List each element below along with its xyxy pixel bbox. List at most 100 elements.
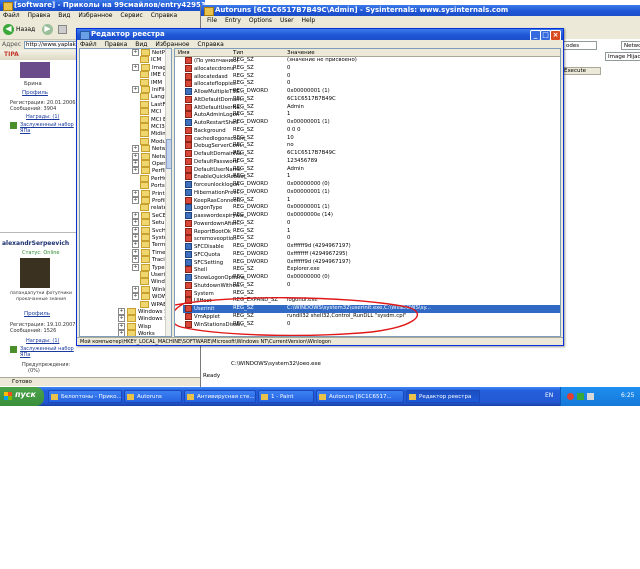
- expand-icon[interactable]: +: [132, 234, 139, 241]
- registry-value-row[interactable]: Background REG_SZ 0 0 0: [183, 126, 560, 135]
- expand-icon[interactable]: +: [132, 241, 139, 249]
- registry-value-row[interactable]: ShowLogonOptions REG_DWORD 0x00000000 (0): [183, 274, 560, 282]
- forum-titlebar[interactable]: [software] - Приколы на 99смайлов/entry4…: [0, 0, 205, 11]
- registry-value-row[interactable]: cachedlogonscount REG_SZ 10: [183, 134, 560, 143]
- registry-value-row[interactable]: SFCDisable REG_DWORD 0xffffff9d (429496719…: [183, 243, 560, 251]
- regedit-menu-edit[interactable]: Правка: [105, 41, 128, 48]
- expand-icon[interactable]: +: [132, 145, 139, 153]
- expand-icon[interactable]: +: [132, 63, 139, 71]
- back-icon[interactable]: ◀: [3, 24, 14, 35]
- regedit-titlebar[interactable]: Редактор реестра _ □ ×: [77, 29, 563, 40]
- expand-icon[interactable]: +: [118, 322, 125, 330]
- registry-value-row[interactable]: LogonType REG_DWORD 0x00000001 (1): [183, 204, 560, 212]
- expand-icon[interactable]: +: [132, 152, 139, 160]
- autoruns-menu-options[interactable]: Options: [249, 17, 272, 24]
- expand-icon[interactable]: +: [132, 197, 139, 204]
- expand-icon[interactable]: +: [132, 211, 139, 219]
- registry-value-row[interactable]: HibernationPrevi... REG_DWORD 0x00000001 (…: [183, 188, 560, 197]
- forward-icon[interactable]: ▶: [42, 24, 53, 35]
- forum-menu-help[interactable]: Справка: [151, 12, 177, 19]
- tree-scroll-thumb[interactable]: [166, 139, 171, 169]
- registry-values[interactable]: Имя Тип Значение (По умолчанию) REG_SZ (зн…: [174, 48, 561, 337]
- autoruns-tab-codes[interactable]: odes: [563, 41, 597, 50]
- taskbar-button-autoruns[interactable]: Autoruns: [124, 390, 182, 403]
- registry-value-row[interactable]: AutoRestartShell REG_DWORD 0x00000001 (1): [183, 119, 560, 127]
- expand-icon[interactable]: +: [118, 330, 125, 336]
- registry-value-row[interactable]: AltDefaultUserNa... REG_SZ Admin: [183, 103, 560, 112]
- registry-value-row[interactable]: KeepRasConnecti... REG_SZ 1: [183, 196, 560, 205]
- expand-icon[interactable]: +: [132, 167, 139, 175]
- expand-icon[interactable]: +: [132, 189, 139, 197]
- registry-value-row[interactable]: forceunlocklogon REG_DWORD 0x00000000 (0): [183, 181, 560, 189]
- regedit-menu-help[interactable]: Справка: [197, 41, 223, 48]
- expand-icon[interactable]: +: [132, 263, 139, 271]
- registry-value-row[interactable]: AltDefaultDomain... REG_SZ 6C1C6517B7B49C: [183, 95, 560, 104]
- user1-award-text[interactable]: Заслуженный набор ЯПа: [20, 122, 75, 134]
- close-button[interactable]: ×: [550, 30, 561, 40]
- expand-icon[interactable]: +: [132, 256, 139, 264]
- forum-menu-view[interactable]: Вид: [58, 12, 70, 19]
- taskbar-button-regedit[interactable]: Редактор реестра: [406, 390, 480, 403]
- registry-value-row[interactable]: AutoAdminLogon REG_SZ 1: [183, 111, 560, 119]
- registry-value-row[interactable]: allocatecdroms REG_SZ 0: [183, 64, 560, 73]
- column-name[interactable]: Имя: [178, 49, 190, 57]
- registry-value-row[interactable]: EnableQuickReboot REG_SZ 1: [183, 173, 560, 181]
- user2-profile-link[interactable]: Профиль: [24, 311, 50, 317]
- autoruns-execute-column[interactable]: Execute: [561, 67, 601, 75]
- autoruns-titlebar[interactable]: Autoruns [6C1C6517B7B49C\Admin] - Sysint…: [201, 5, 640, 16]
- back-button-label[interactable]: Назад: [16, 26, 35, 33]
- regedit-menu-favorites[interactable]: Избранное: [155, 41, 189, 48]
- registry-value-row[interactable]: DefaultUserName REG_SZ Admin: [183, 165, 560, 174]
- registry-value-row[interactable]: PowerdownAfter... REG_SZ 0: [183, 219, 560, 228]
- autoruns-menu-help[interactable]: Help: [302, 17, 316, 24]
- user2-awards[interactable]: Награды: (1): [26, 338, 59, 344]
- user1-profile-link[interactable]: Профиль: [22, 90, 48, 96]
- autoruns-menu-entry[interactable]: Entry: [225, 17, 241, 24]
- registry-value-row[interactable]: SFCQuota REG_DWORD 0xffffffff (4294967295): [183, 250, 560, 259]
- registry-value-row[interactable]: scremoveoption REG_SZ 0: [183, 235, 560, 243]
- forum-menu-tools[interactable]: Сервис: [120, 12, 142, 19]
- tray-icon[interactable]: [577, 393, 584, 400]
- registry-value-row[interactable]: DefaultPassword REG_SZ 123456789: [183, 157, 560, 166]
- column-data[interactable]: Значение: [287, 49, 315, 57]
- user2-name[interactable]: alexandrSerpeevich: [2, 240, 69, 247]
- tray-icon[interactable]: [567, 393, 574, 400]
- registry-value-row[interactable]: AllowMultipleTSS... REG_DWORD 0x00000001 (…: [183, 88, 560, 96]
- expand-icon[interactable]: +: [118, 315, 125, 323]
- tree-scrollbar[interactable]: [165, 49, 171, 336]
- forum-menu-favorites[interactable]: Избранное: [78, 12, 112, 19]
- expand-icon[interactable]: +: [118, 308, 125, 315]
- registry-value-row[interactable]: (По умолчанию) REG_SZ (значение не присвое…: [183, 57, 560, 65]
- autoruns-menu-user[interactable]: User: [280, 17, 294, 24]
- regedit-menu-view[interactable]: Вид: [135, 41, 147, 48]
- start-button[interactable]: пуск: [0, 387, 44, 406]
- column-type[interactable]: Тип: [233, 49, 244, 57]
- registry-value-row[interactable]: allocatefloppies REG_SZ 0: [183, 80, 560, 88]
- taskbar-button-forum[interactable]: Белоптоны - Прико...: [48, 390, 122, 403]
- expand-icon[interactable]: +: [132, 226, 139, 234]
- taskbar-button-paint[interactable]: 1 - Paint: [258, 390, 314, 403]
- user1-awards[interactable]: Награды: (1): [26, 114, 59, 120]
- expand-icon[interactable]: +: [132, 49, 139, 56]
- taskbar-button-autoruns-2[interactable]: Autoruns [6C1C6517...: [316, 390, 404, 403]
- regedit-menu-file[interactable]: Файл: [80, 41, 97, 48]
- autoruns-tab-network[interactable]: Netwo: [621, 41, 640, 50]
- registry-value-row[interactable]: allocatedasd REG_SZ 0: [183, 72, 560, 81]
- registry-value-row[interactable]: passwordexpirywa... REG_DWORD 0x0000000e (…: [183, 212, 560, 220]
- expand-icon[interactable]: +: [132, 293, 139, 301]
- registry-value-row[interactable]: Shell REG_SZ Explorer.exe: [183, 266, 560, 274]
- autoruns-tab-image-hijacks[interactable]: Image Hijacks: [605, 52, 640, 61]
- expand-icon[interactable]: +: [132, 86, 139, 93]
- registry-value-row[interactable]: SFCSetting REG_DWORD 0xffffff9d (429496719…: [183, 258, 560, 267]
- registry-value-row[interactable]: DebugServerCom... REG_SZ no: [183, 142, 560, 150]
- user2-award-text[interactable]: Заслуженный набор ЯПа: [20, 346, 75, 358]
- registry-value-row[interactable]: DefaultDomainNa... REG_SZ 6C1C6517B7B49C: [183, 150, 560, 158]
- expand-icon[interactable]: +: [132, 219, 139, 227]
- tree-node[interactable]: + Works: [118, 330, 155, 336]
- registry-tree[interactable]: +NetPoICM+Image FIME CoIMM+IniFileMaLang…: [79, 48, 172, 337]
- autoruns-menu-file[interactable]: File: [207, 17, 217, 24]
- stop-icon[interactable]: [58, 25, 67, 34]
- forum-menu-edit[interactable]: Правка: [28, 12, 51, 19]
- expand-icon[interactable]: +: [132, 285, 139, 293]
- language-indicator[interactable]: EN: [545, 392, 553, 399]
